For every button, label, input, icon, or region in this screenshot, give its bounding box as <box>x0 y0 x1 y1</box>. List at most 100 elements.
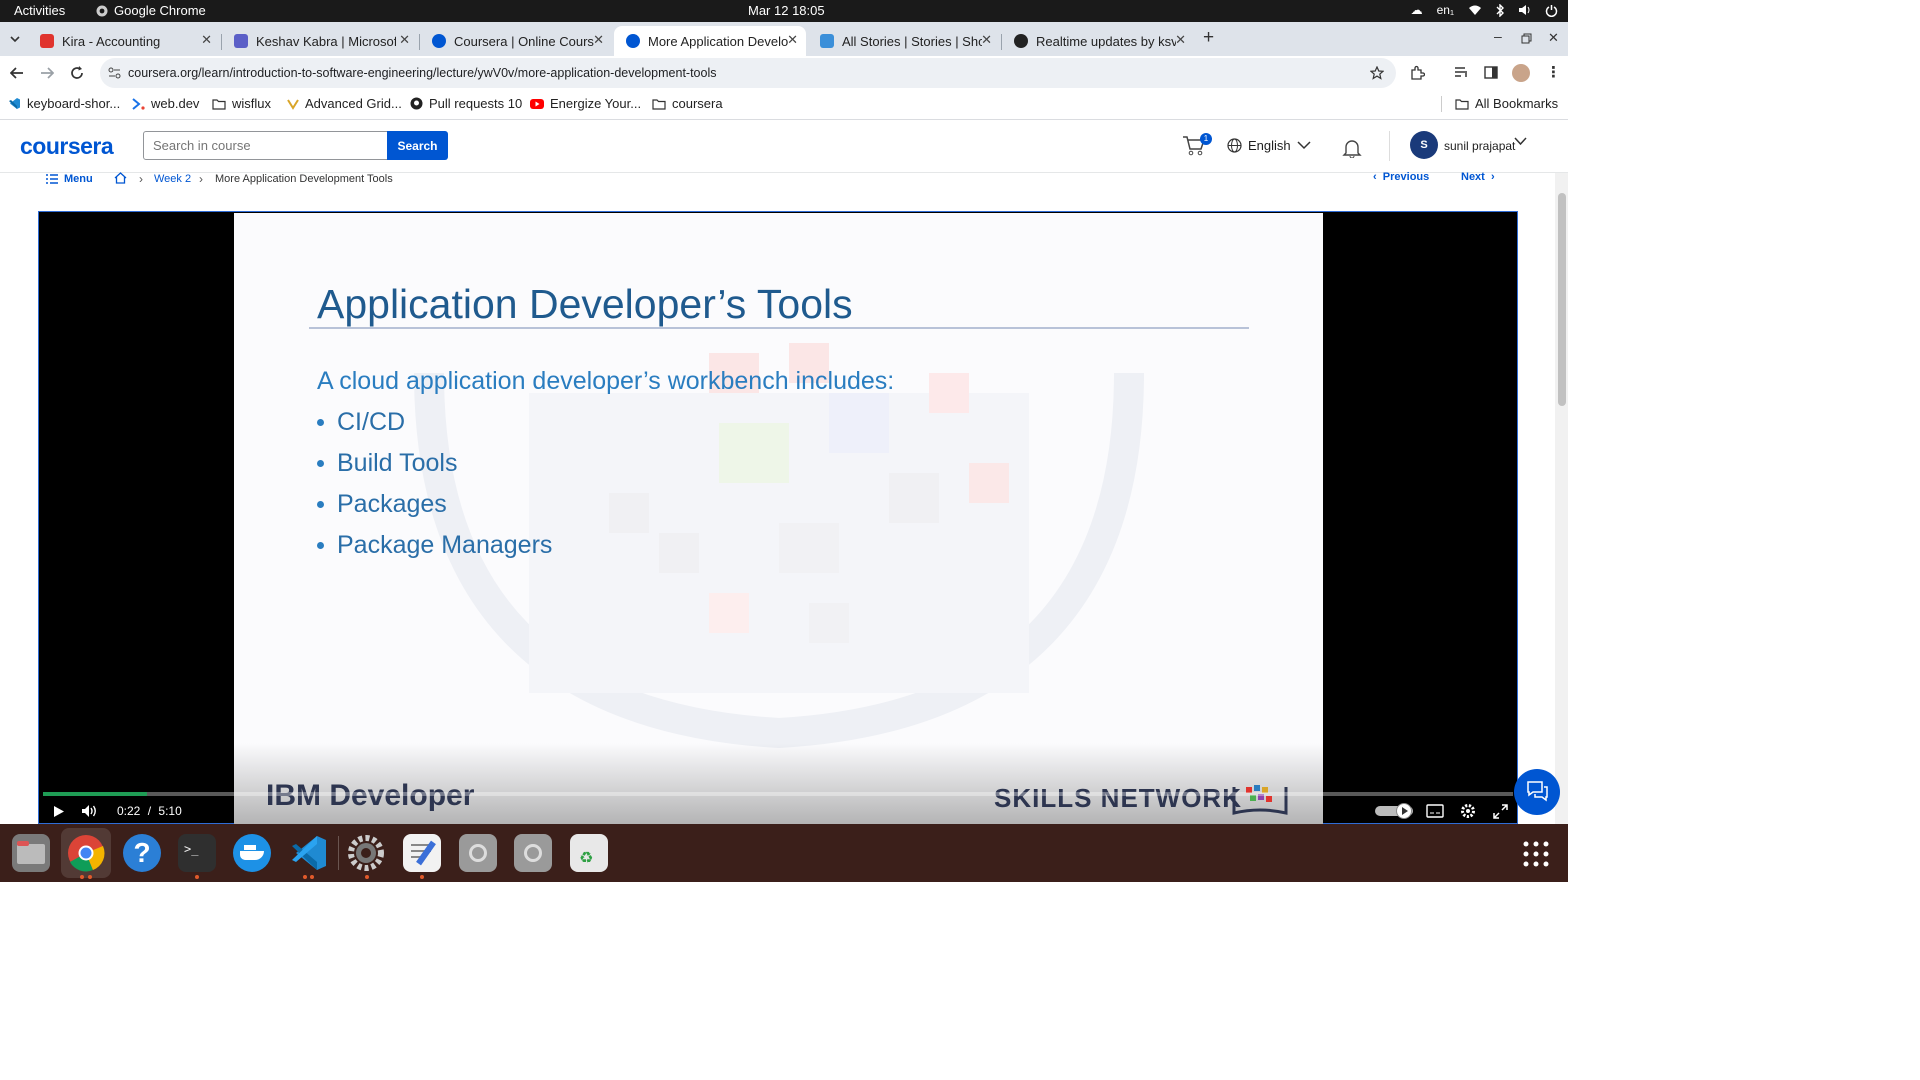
fullscreen-icon[interactable] <box>1493 804 1508 819</box>
back-arrow-icon[interactable] <box>10 66 24 80</box>
reload-icon[interactable] <box>70 66 84 80</box>
show-apps-grid-icon[interactable] <box>1522 840 1550 868</box>
profile-avatar-icon[interactable] <box>1512 64 1530 82</box>
forward-arrow-icon[interactable] <box>40 66 54 80</box>
next-button[interactable]: Next › <box>1461 171 1495 183</box>
tab-close-icon[interactable]: ✕ <box>1175 32 1186 48</box>
video-progress-bar[interactable] <box>43 792 1513 796</box>
bullet-dot-icon <box>317 460 324 467</box>
user-avatar[interactable]: S <box>1410 131 1438 159</box>
site-info-icon[interactable] <box>108 67 121 79</box>
tab-coursera-online-courses[interactable]: Coursera | Online Courses ✕ <box>420 26 612 56</box>
extensions-icon[interactable] <box>1410 65 1425 80</box>
play-icon[interactable] <box>53 805 65 818</box>
docker-tray-icon[interactable]: ☁ <box>1411 3 1423 17</box>
current-time: 0:22 <box>117 804 141 818</box>
bookmark-advanced-grid[interactable]: Advanced Grid... <box>287 96 402 111</box>
previous-label: Previous <box>1382 171 1430 183</box>
minimize-window-icon[interactable]: – <box>1494 28 1502 44</box>
bookmark-web-dev[interactable]: web.dev <box>132 96 199 111</box>
tab-microsoft-teams[interactable]: Keshav Kabra | Microsoft ✕ <box>222 26 418 56</box>
bullet-dot-icon <box>317 542 324 549</box>
skills-network-logo: SKILLS NETWORK <box>994 783 1242 813</box>
chrome-menu-icon[interactable]: ⋮ <box>1546 63 1561 81</box>
tab-close-icon[interactable]: ✕ <box>593 32 604 48</box>
app-menu[interactable]: Google Chrome <box>96 3 206 18</box>
activities-button[interactable]: Activities <box>14 3 65 18</box>
vscode-app-icon[interactable] <box>290 834 328 872</box>
tab-title: All Stories | Stories | Sho <box>842 33 982 49</box>
search-button[interactable]: Search <box>387 131 448 160</box>
slide-title-divider <box>309 327 1249 329</box>
bookmark-keyboard-shortcuts[interactable]: keyboard-shor... <box>8 96 120 111</box>
stories-favicon-icon <box>820 34 834 48</box>
terminal-app-icon[interactable]: >_ <box>178 834 216 872</box>
settings-gear-icon[interactable] <box>1460 803 1476 819</box>
chat-assistant-button[interactable] <box>1514 769 1560 815</box>
home-icon[interactable] <box>114 172 127 184</box>
app-placeholder-icon[interactable] <box>459 834 497 872</box>
media-queue-icon[interactable] <box>1454 66 1469 79</box>
tab-realtime-updates[interactable]: Realtime updates by ksv ✕ <box>1002 26 1194 56</box>
wifi-icon[interactable] <box>1468 4 1482 16</box>
breadcrumb-week-link[interactable]: Week 2 <box>154 173 191 185</box>
tab-all-stories[interactable]: All Stories | Stories | Sho ✕ <box>808 26 1000 56</box>
help-app-icon[interactable]: ? <box>123 834 161 872</box>
chrome-app-icon[interactable] <box>67 834 105 872</box>
video-player[interactable]: Application Developer’s Tools A cloud ap… <box>38 211 1518 825</box>
close-window-icon[interactable]: ✕ <box>1548 30 1559 46</box>
bullet-dot-icon <box>317 501 324 508</box>
volume-icon[interactable] <box>1518 4 1531 16</box>
grid-icon <box>287 98 299 110</box>
bluetooth-icon[interactable] <box>1496 3 1504 17</box>
restore-window-icon[interactable] <box>1521 33 1532 44</box>
tab-close-icon[interactable]: ✕ <box>981 32 992 48</box>
power-icon[interactable] <box>1545 4 1558 17</box>
bookmark-coursera-folder[interactable]: coursera <box>652 96 723 111</box>
cart-count-badge: 1 <box>1200 133 1212 145</box>
tab-more-application-development[interactable]: More Application Develop ✕ <box>614 26 806 56</box>
menu-button[interactable]: Menu <box>46 173 93 185</box>
search-input[interactable] <box>143 131 388 160</box>
scrollbar-thumb[interactable] <box>1558 193 1566 406</box>
subtitles-icon[interactable] <box>1426 804 1444 818</box>
coursera-favicon-icon <box>626 34 640 48</box>
bookmark-wisflux[interactable]: wisflux <box>212 96 271 111</box>
files-app-icon[interactable] <box>12 834 50 872</box>
text-editor-app-icon[interactable] <box>403 834 441 872</box>
all-bookmarks-label: All Bookmarks <box>1475 96 1559 111</box>
menu-label: Menu <box>64 173 93 185</box>
notifications-bell-icon[interactable] <box>1342 138 1362 158</box>
language-selector[interactable]: English <box>1227 138 1311 153</box>
bookmark-energize-your[interactable]: Energize Your... <box>530 96 641 111</box>
settings-app-icon[interactable] <box>347 834 385 872</box>
side-panel-icon[interactable] <box>1484 66 1498 79</box>
bookmark-star-icon[interactable] <box>1370 66 1384 80</box>
app-placeholder-icon[interactable] <box>514 834 552 872</box>
tab-close-icon[interactable]: ✕ <box>201 32 212 48</box>
tab-search-chevron-icon[interactable] <box>9 33 21 45</box>
bookmark-pull-requests[interactable]: Pull requests 10 <box>410 96 522 111</box>
autoplay-toggle[interactable] <box>1375 803 1413 819</box>
tab-close-icon[interactable]: ✕ <box>399 32 410 48</box>
tab-close-icon[interactable]: ✕ <box>787 32 798 48</box>
address-bar[interactable]: coursera.org/learn/introduction-to-softw… <box>100 58 1396 88</box>
all-bookmarks-button[interactable]: All Bookmarks <box>1455 96 1558 111</box>
system-tray[interactable]: ☁ en₁ <box>1411 3 1558 17</box>
coursera-favicon-icon <box>432 34 446 48</box>
volume-icon[interactable] <box>81 804 98 818</box>
chevron-left-icon: ‹ <box>1373 171 1383 183</box>
skills-network-book-icon <box>1232 785 1288 815</box>
previous-button[interactable]: ‹ Previous <box>1373 171 1429 183</box>
user-name[interactable]: sunil prajapat <box>1444 139 1515 153</box>
new-tab-plus-icon[interactable]: + <box>1203 27 1214 49</box>
coursera-logo[interactable]: coursera <box>20 133 114 160</box>
tab-title: Kira - Accounting <box>62 33 161 49</box>
trash-icon[interactable]: ♻ <box>570 834 608 872</box>
input-language[interactable]: en₁ <box>1437 3 1454 17</box>
clock[interactable]: Mar 12 18:05 <box>748 3 825 18</box>
tab-kira-accounting[interactable]: Kira - Accounting ✕ <box>28 26 220 56</box>
breadcrumb-separator-icon: › <box>199 172 203 186</box>
docker-app-icon[interactable] <box>233 834 271 872</box>
user-menu-chevron-icon[interactable] <box>1514 137 1527 146</box>
